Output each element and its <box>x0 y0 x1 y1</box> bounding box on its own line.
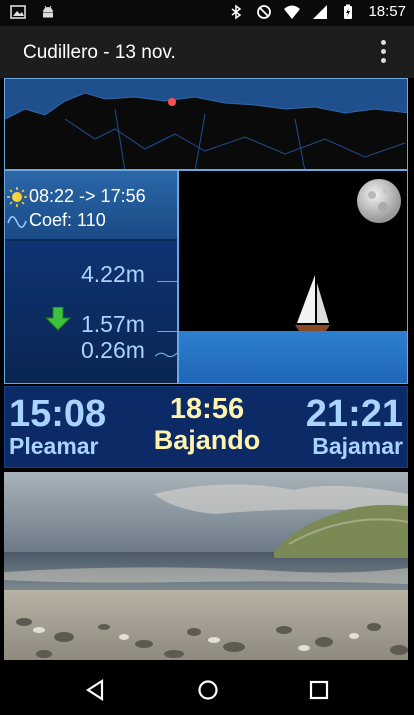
tide-wave-icon <box>7 216 27 228</box>
beach-photo <box>4 472 408 660</box>
location-marker <box>168 98 176 106</box>
status-time: 18:57 <box>368 3 406 20</box>
arrow-down-icon <box>45 307 71 331</box>
coastline-map <box>5 92 407 169</box>
app-bar: Cudillero - 13 nov. <box>0 26 414 78</box>
page-title: Cudillero - 13 nov. <box>23 42 176 63</box>
sun-times: 08:22 -> 17:56 <box>29 186 146 206</box>
low-wave-icon <box>155 352 177 358</box>
signal-icon <box>313 4 328 19</box>
navigation-bar <box>0 666 414 715</box>
low-tide-time: 21:21 <box>305 393 403 435</box>
coefficient: Coef: 110 <box>29 210 106 230</box>
battery-charging-icon <box>344 4 353 19</box>
bluetooth-icon <box>232 4 242 19</box>
do-not-disturb-icon <box>257 4 272 19</box>
high-level-line <box>157 281 177 282</box>
recents-square-icon[interactable] <box>308 678 330 702</box>
current-level: 1.57m <box>81 311 145 337</box>
status-bar: 18:57 <box>0 0 414 26</box>
low-level: 0.26m <box>81 337 145 363</box>
more-vert-icon[interactable] <box>380 40 388 66</box>
moon-icon <box>357 179 401 223</box>
sea-water <box>179 331 407 383</box>
back-triangle-icon[interactable] <box>84 678 106 702</box>
location-map[interactable] <box>4 78 408 170</box>
tide-levels: 4.22m 1.57m 0.26m <box>5 241 177 383</box>
sun-coef-section: 08:22 -> 17:56 Coef: 110 <box>5 171 177 239</box>
home-circle-icon[interactable] <box>196 678 220 702</box>
sun-icon <box>7 187 27 207</box>
image-icon <box>10 5 26 19</box>
wifi-icon <box>284 5 301 19</box>
high-level: 4.22m <box>81 261 145 287</box>
current-level-line <box>157 331 177 332</box>
android-icon <box>43 5 53 18</box>
low-tide-label: Bajamar <box>312 433 403 459</box>
sea-scene <box>178 170 408 384</box>
tide-info-panel: 08:22 -> 17:56 Coef: 110 4.22m 1.57m 0.2… <box>4 170 178 384</box>
tide-summary-bar: 15:08 Pleamar 18:56 Bajando 21:21 Bajama… <box>4 386 408 468</box>
sailboat-icon <box>295 275 330 331</box>
